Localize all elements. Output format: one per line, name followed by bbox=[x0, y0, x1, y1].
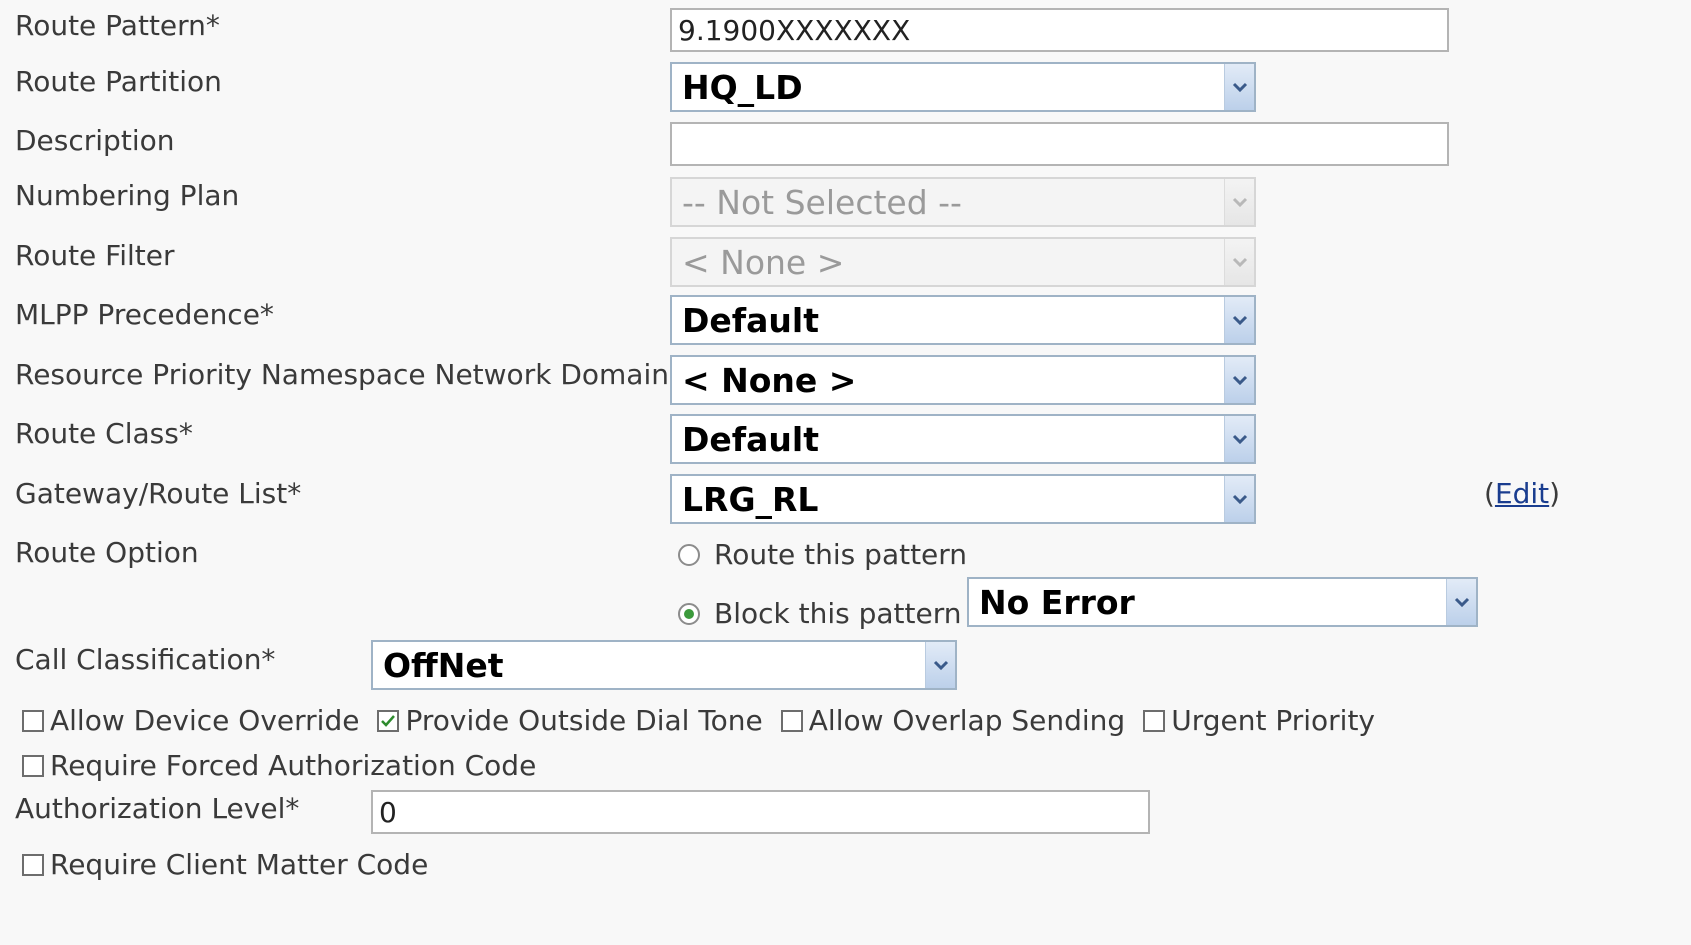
allow-device-override-checkbox[interactable] bbox=[22, 710, 44, 732]
require-client-matter-code-label: Require Client Matter Code bbox=[50, 848, 429, 881]
paren-open: ( bbox=[1484, 477, 1495, 510]
description-label: Description bbox=[15, 124, 175, 157]
authorization-level-input[interactable]: 0 bbox=[371, 790, 1150, 834]
route-filter-value: < None > bbox=[682, 242, 845, 282]
chevron-down-icon[interactable] bbox=[1224, 476, 1254, 522]
route-partition-label: Route Partition bbox=[15, 65, 222, 98]
chevron-down-icon[interactable] bbox=[1224, 416, 1254, 462]
route-partition-value: HQ_LD bbox=[682, 67, 803, 107]
chevron-down-icon[interactable] bbox=[1446, 579, 1476, 625]
allow-device-override-label: Allow Device Override bbox=[50, 704, 360, 737]
require-forced-auth-code-label: Require Forced Authorization Code bbox=[50, 749, 537, 782]
route-option-label: Route Option bbox=[15, 536, 199, 569]
block-this-pattern-radio[interactable] bbox=[678, 603, 700, 625]
chevron-down-icon bbox=[1224, 179, 1254, 225]
route-class-label: Route Class* bbox=[15, 417, 193, 450]
route-pattern-label: Route Pattern* bbox=[15, 9, 220, 42]
gateway-edit-wrapper: (Edit) bbox=[1484, 480, 1560, 508]
block-reason-select[interactable]: No Error bbox=[967, 577, 1478, 627]
mlpp-precedence-select[interactable]: Default bbox=[670, 295, 1256, 345]
route-this-pattern-radio[interactable] bbox=[678, 544, 700, 566]
paren-close: ) bbox=[1549, 477, 1561, 510]
require-client-matter-code-checkbox[interactable] bbox=[22, 854, 44, 876]
gateway-route-list-select[interactable]: LRG_RL bbox=[670, 474, 1256, 524]
gateway-edit-link[interactable]: Edit bbox=[1495, 477, 1549, 510]
route-pattern-radio-row[interactable]: Route this pattern bbox=[678, 541, 967, 569]
call-classification-select[interactable]: OffNet bbox=[371, 640, 957, 690]
block-pattern-radio-row[interactable]: Block this pattern bbox=[678, 600, 962, 628]
route-pattern-input[interactable]: 9.1900XXXXXXX bbox=[670, 8, 1449, 52]
block-reason-value: No Error bbox=[979, 582, 1135, 622]
route-partition-select[interactable]: HQ_LD bbox=[670, 62, 1256, 112]
checkbox-row-client-matter: Require Client Matter Code bbox=[22, 851, 428, 879]
checkbox-row-forced-auth: Require Forced Authorization Code bbox=[22, 752, 536, 780]
chevron-down-icon[interactable] bbox=[1224, 64, 1254, 110]
require-forced-auth-code-checkbox[interactable] bbox=[22, 755, 44, 777]
resource-priority-label: Resource Priority Namespace Network Doma… bbox=[15, 358, 669, 391]
mlpp-precedence-label: MLPP Precedence* bbox=[15, 298, 274, 331]
route-this-pattern-label: Route this pattern bbox=[714, 538, 968, 571]
mlpp-precedence-value: Default bbox=[682, 300, 819, 340]
resource-priority-select[interactable]: < None > bbox=[670, 355, 1256, 405]
chevron-down-icon bbox=[1224, 239, 1254, 285]
urgent-priority-checkbox[interactable] bbox=[1143, 710, 1166, 732]
allow-overlap-sending-checkbox[interactable] bbox=[780, 710, 803, 732]
call-classification-value: OffNet bbox=[383, 645, 504, 685]
description-input[interactable] bbox=[670, 122, 1449, 166]
urgent-priority-label: Urgent Priority bbox=[1171, 704, 1375, 737]
route-filter-label: Route Filter bbox=[15, 239, 175, 272]
chevron-down-icon[interactable] bbox=[925, 642, 955, 688]
authorization-level-label: Authorization Level* bbox=[15, 792, 300, 825]
block-this-pattern-label: Block this pattern bbox=[714, 597, 962, 630]
numbering-plan-label: Numbering Plan bbox=[15, 179, 240, 212]
resource-priority-value: < None > bbox=[682, 360, 857, 400]
chevron-down-icon[interactable] bbox=[1224, 357, 1254, 403]
route-filter-select: < None > bbox=[670, 237, 1256, 287]
provide-outside-dial-tone-label: Provide Outside Dial Tone bbox=[405, 704, 763, 737]
chevron-down-icon[interactable] bbox=[1224, 297, 1254, 343]
numbering-plan-select: -- Not Selected -- bbox=[670, 177, 1256, 227]
provide-outside-dial-tone-checkbox[interactable] bbox=[377, 710, 400, 732]
authorization-level-value: 0 bbox=[379, 795, 397, 829]
checkbox-row-options: Allow Device Override Provide Outside Di… bbox=[22, 707, 1375, 735]
route-class-select[interactable]: Default bbox=[670, 414, 1256, 464]
gateway-route-list-label: Gateway/Route List* bbox=[15, 477, 302, 510]
checkmark-icon bbox=[381, 715, 396, 727]
gateway-route-list-value: LRG_RL bbox=[682, 479, 819, 519]
route-pattern-value: 9.1900XXXXXXX bbox=[678, 13, 911, 47]
call-classification-label: Call Classification* bbox=[15, 643, 276, 676]
allow-overlap-sending-label: Allow Overlap Sending bbox=[808, 704, 1126, 737]
numbering-plan-value: -- Not Selected -- bbox=[682, 182, 962, 222]
radio-selected-dot bbox=[684, 609, 694, 619]
route-class-value: Default bbox=[682, 419, 819, 459]
